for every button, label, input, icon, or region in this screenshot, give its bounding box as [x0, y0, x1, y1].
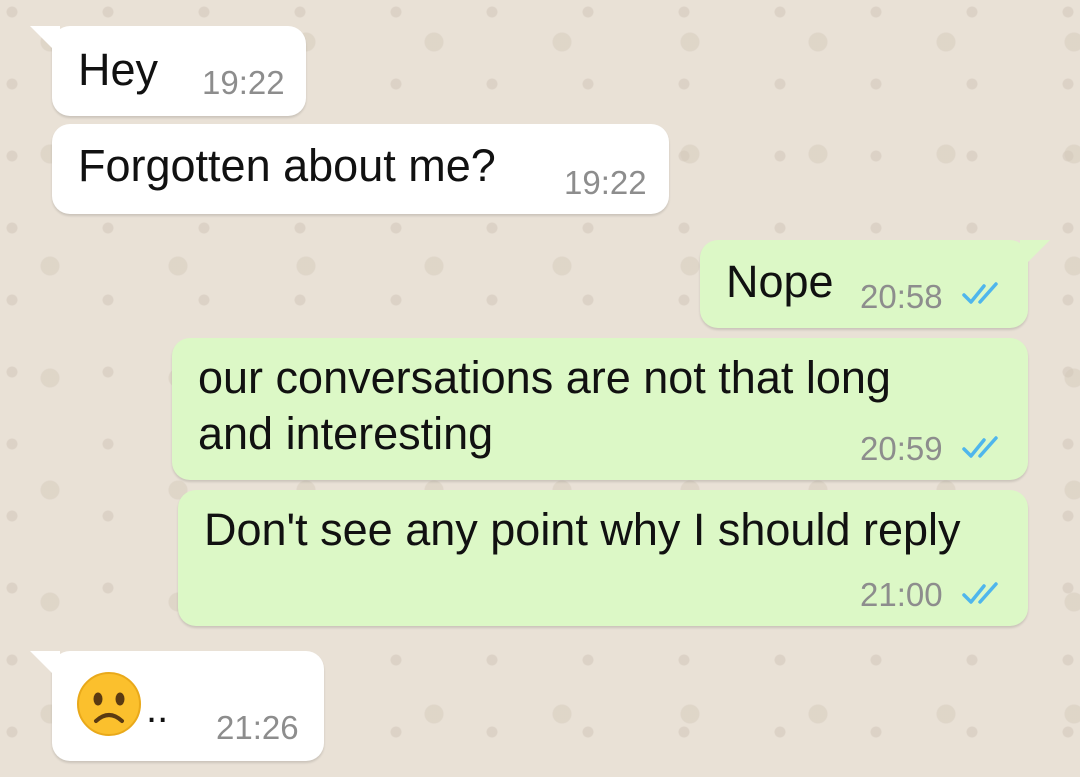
double-check-icon: [962, 436, 998, 458]
message-bubble-outgoing[interactable]: Nope 20:58: [700, 240, 1050, 328]
message-text: ..: [146, 687, 169, 731]
message-bubble-incoming[interactable]: .. 21:26: [30, 651, 324, 761]
double-check-icon: [962, 282, 998, 304]
worried-face-emoji: [77, 672, 141, 736]
message-text: Hey: [78, 44, 159, 95]
message-bubble-incoming[interactable]: Forgotten about me? 19:22: [52, 124, 669, 214]
message-bubble-incoming[interactable]: Hey 19:22: [30, 26, 306, 116]
message-text: our conversations are not that long and …: [198, 352, 891, 459]
message-text: Forgotten about me?: [78, 140, 496, 191]
message-timestamp: 21:00: [860, 576, 943, 613]
message-timestamp: 19:22: [202, 64, 285, 101]
message-bubble-outgoing[interactable]: our conversations are not that long and …: [172, 338, 1028, 480]
message-timestamp: 19:22: [564, 164, 647, 201]
message-text: Don't see any point why I should reply: [204, 504, 961, 555]
message-timestamp: 20:58: [860, 278, 943, 315]
message-timestamp: 21:26: [216, 709, 299, 746]
message-bubble-outgoing[interactable]: Don't see any point why I should reply 2…: [178, 490, 1028, 626]
message-text: Nope: [726, 256, 834, 307]
double-check-icon: [962, 582, 998, 604]
message-timestamp: 20:59: [860, 430, 943, 467]
